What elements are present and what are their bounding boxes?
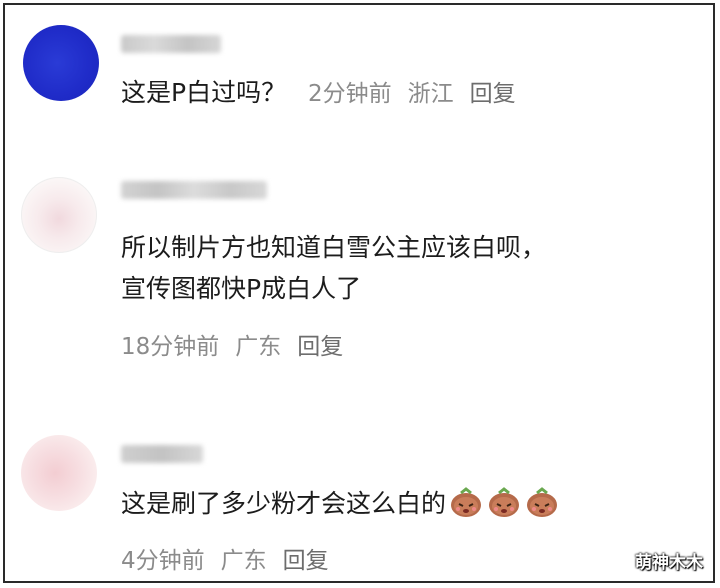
avatar[interactable] xyxy=(21,435,97,511)
comment-text-line: 宣传图都快P成白人了 xyxy=(121,274,362,303)
avatar[interactable] xyxy=(21,177,97,253)
reply-button[interactable]: 回复 xyxy=(470,81,516,107)
corner-watermark: 萌神木木 xyxy=(635,553,703,573)
facepalm-bag-emoji xyxy=(527,487,558,517)
username-blurred[interactable] xyxy=(121,445,203,463)
comment-text-line: 这是刷了多少粉才会这么白的 xyxy=(121,489,447,518)
username-blurred[interactable] xyxy=(121,35,221,53)
comment-panel: 这是P白过吗？ 2分钟前 浙江 回复 所以制片方也知道白雪公主应该白呗， 宣传图都快… xyxy=(3,3,715,583)
comment-text: 这是P白过吗？ 2分钟前 浙江 回复 xyxy=(121,72,532,115)
comment-location: 广东 xyxy=(220,548,267,574)
reply-button[interactable]: 回复 xyxy=(283,548,329,574)
reply-button[interactable]: 回复 xyxy=(297,334,343,360)
comment-location: 广东 xyxy=(235,334,282,360)
comment-text: 这是刷了多少粉才会这么白的 xyxy=(121,483,560,524)
avatar[interactable] xyxy=(23,25,99,101)
facepalm-bag-emoji xyxy=(489,487,520,517)
comment-time: 4分钟前 xyxy=(121,548,205,574)
facepalm-bag-emoji xyxy=(451,487,482,517)
comment-meta: 4分钟前 广东 回复 xyxy=(121,541,345,575)
background-watermark xyxy=(305,365,685,475)
username-blurred[interactable] xyxy=(121,181,267,199)
comment-meta: 18分钟前 广东 回复 xyxy=(121,327,359,361)
comment-time: 2分钟前 xyxy=(308,81,392,107)
comment-text-line: 这是P白过吗？ xyxy=(121,78,287,107)
comment-text-line: 所以制片方也知道白雪公主应该白呗， xyxy=(121,233,547,262)
comment-location: 浙江 xyxy=(407,81,454,107)
comment-text: 所以制片方也知道白雪公主应该白呗， 宣传图都快P成白人了 xyxy=(121,227,546,309)
comment-time: 18分钟前 xyxy=(121,334,220,360)
